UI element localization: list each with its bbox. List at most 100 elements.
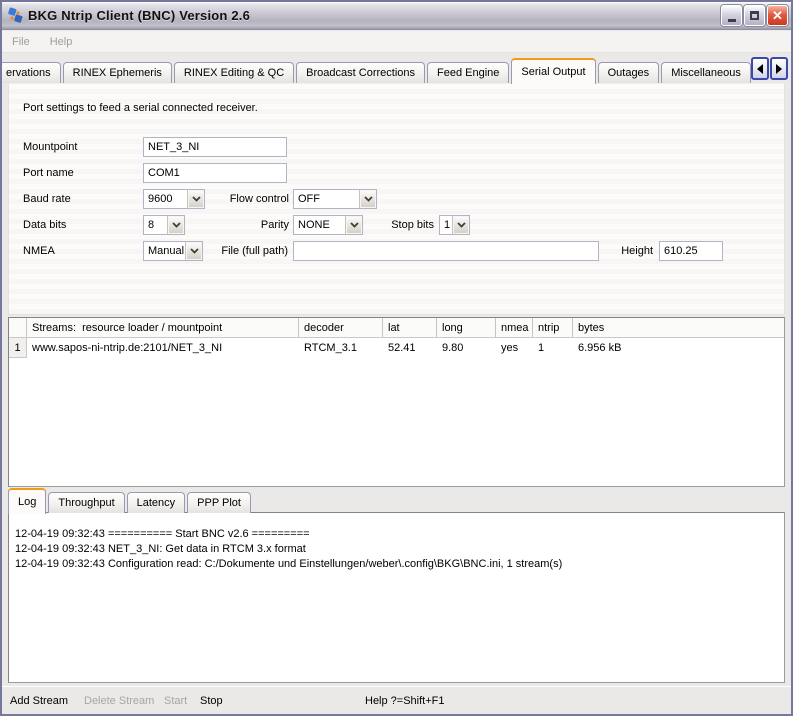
tab-label: Outages (608, 67, 650, 79)
baud-rate-select[interactable]: 9600 (143, 189, 205, 209)
flow-control-select[interactable]: OFF (293, 189, 377, 209)
tab-bar: ervations RINEX Ephemeris RINEX Editing … (2, 54, 791, 83)
tab-label: Serial Output (521, 66, 585, 78)
stop-button[interactable]: Stop (200, 695, 223, 707)
mountpoint-input[interactable] (143, 137, 287, 157)
streams-table-header: Streams: resource loader / mountpoint de… (9, 318, 784, 338)
tab-scroll-right-button[interactable] (770, 57, 788, 80)
log-line: 12-04-19 09:32:43 ========== Start BNC v… (15, 527, 778, 542)
help-shortcut-label: Help ?=Shift+F1 (365, 695, 445, 707)
dropdown-arrow-icon (359, 190, 376, 208)
header-mountpoint: Streams: resource loader / mountpoint (27, 318, 299, 337)
nmea-select[interactable]: Manual (143, 241, 203, 261)
arrow-right-icon (776, 64, 782, 74)
cell-decoder: RTCM_3.1 (299, 338, 383, 358)
bottom-tab-bar: Log Throughput Latency PPP Plot (8, 488, 785, 513)
data-bits-label: Data bits (23, 215, 66, 235)
close-button[interactable]: ✕ (767, 5, 788, 26)
dropdown-arrow-icon (167, 216, 184, 234)
intro-text: Port settings to feed a serial connected… (23, 102, 258, 114)
tab-latency[interactable]: Latency (127, 492, 186, 513)
tab-label: ervations (6, 67, 51, 79)
nmea-label: NMEA (23, 241, 55, 261)
baud-rate-value: 9600 (144, 190, 187, 208)
data-bits-value: 8 (144, 216, 167, 234)
dropdown-arrow-icon (187, 190, 204, 208)
file-path-input[interactable] (293, 241, 599, 261)
tab-miscellaneous[interactable]: Miscellaneous (661, 62, 751, 83)
log-line: 12-04-19 09:32:43 Configuration read: C:… (15, 557, 778, 572)
tab-outages[interactable]: Outages (598, 62, 660, 83)
tab-label: RINEX Ephemeris (73, 67, 162, 79)
tab-label: RINEX Editing & QC (184, 67, 284, 79)
data-bits-select[interactable]: 8 (143, 215, 185, 235)
tab-label: Miscellaneous (671, 67, 741, 79)
header-long: long (437, 318, 496, 337)
nmea-value: Manual (144, 242, 185, 260)
menu-help[interactable]: Help (50, 36, 73, 48)
height-input[interactable] (659, 241, 723, 261)
header-row-number (9, 318, 27, 337)
window-title: BKG Ntrip Client (BNC) Version 2.6 (28, 8, 721, 23)
arrow-left-icon (757, 64, 763, 74)
app-icon (7, 7, 24, 24)
port-name-label: Port name (23, 163, 74, 183)
parity-select[interactable]: NONE (293, 215, 363, 235)
bnc-window: BKG Ntrip Client (BNC) Version 2.6 ✕ Fil… (0, 0, 793, 716)
cell-mountpoint: www.sapos-ni-ntrip.de:2101/NET_3_NI (27, 338, 299, 358)
flow-control-label: Flow control (209, 189, 289, 209)
tab-label: Throughput (58, 497, 114, 509)
log-line: 12-04-19 09:32:43 NET_3_NI: Get data in … (15, 542, 778, 557)
add-stream-button[interactable]: Add Stream (10, 695, 68, 707)
port-name-input[interactable] (143, 163, 287, 183)
delete-stream-button[interactable]: Delete Stream (84, 695, 154, 707)
tab-throughput[interactable]: Throughput (48, 492, 124, 513)
tab-feed-engine[interactable]: Feed Engine (427, 62, 509, 83)
minimize-button[interactable] (721, 5, 742, 26)
table-row[interactable]: 1 www.sapos-ni-ntrip.de:2101/NET_3_NI RT… (9, 338, 784, 358)
stop-bits-value: 1 (440, 216, 452, 234)
start-button[interactable]: Start (164, 695, 187, 707)
flow-control-value: OFF (294, 190, 359, 208)
parity-value: NONE (294, 216, 345, 234)
minimize-icon (728, 19, 736, 22)
tab-label: Latency (137, 497, 176, 509)
tab-log[interactable]: Log (8, 488, 46, 514)
streams-table: Streams: resource loader / mountpoint de… (8, 317, 785, 487)
log-output[interactable]: 12-04-19 09:32:43 ========== Start BNC v… (8, 512, 785, 683)
titlebar[interactable]: BKG Ntrip Client (BNC) Version 2.6 ✕ (2, 2, 791, 30)
cell-long: 9.80 (437, 338, 496, 358)
close-icon: ✕ (772, 9, 783, 22)
cell-lat: 52.41 (383, 338, 437, 358)
header-nmea: nmea (496, 318, 533, 337)
tab-broadcast-corrections[interactable]: Broadcast Corrections (296, 62, 425, 83)
tab-scroll-left-button[interactable] (751, 57, 769, 80)
tab-label: Feed Engine (437, 67, 499, 79)
cell-ntrip: 1 (533, 338, 573, 358)
tab-label: Log (18, 496, 36, 508)
window-controls: ✕ (721, 5, 788, 26)
tab-rinex-editing-qc[interactable]: RINEX Editing & QC (174, 62, 294, 83)
row-number: 1 (9, 338, 27, 358)
stop-bits-label: Stop bits (354, 215, 434, 235)
tab-serial-output[interactable]: Serial Output (511, 58, 595, 84)
mountpoint-label: Mountpoint (23, 137, 77, 157)
header-ntrip: ntrip (533, 318, 573, 337)
header-lat: lat (383, 318, 437, 337)
tab-observations[interactable]: ervations (2, 62, 61, 83)
menu-file[interactable]: File (12, 36, 30, 48)
header-bytes: bytes (573, 318, 784, 337)
cell-bytes: 6.956 kB (573, 338, 784, 358)
action-bar: Add Stream Delete Stream Start Stop Help… (2, 686, 791, 714)
tab-ppp-plot[interactable]: PPP Plot (187, 492, 251, 513)
tab-rinex-ephemeris[interactable]: RINEX Ephemeris (63, 62, 172, 83)
dropdown-arrow-icon (452, 216, 469, 234)
file-path-label: File (full path) (208, 241, 288, 261)
stop-bits-select[interactable]: 1 (439, 215, 470, 235)
header-decoder: decoder (299, 318, 383, 337)
maximize-button[interactable] (744, 5, 765, 26)
maximize-icon (750, 11, 759, 20)
tab-label: Broadcast Corrections (306, 67, 415, 79)
cell-nmea: yes (496, 338, 533, 358)
dropdown-arrow-icon (185, 242, 202, 260)
